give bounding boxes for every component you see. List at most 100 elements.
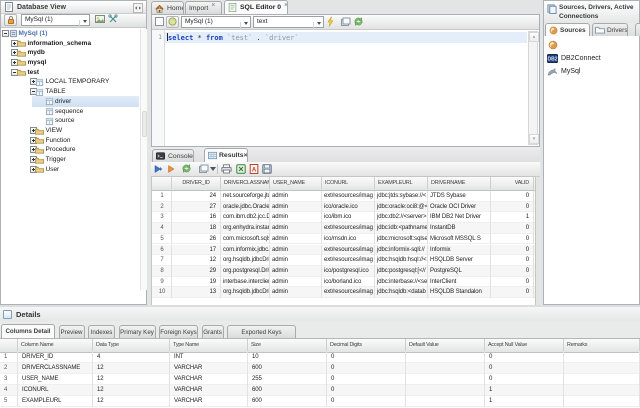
export-results-icon[interactable] bbox=[198, 164, 209, 174]
tree-item-mydb[interactable]: mydb bbox=[1, 48, 146, 58]
table-row[interactable]: 829org.postgresql.Drivadminico/postgresq… bbox=[152, 266, 535, 277]
tree-item-local-temporary[interactable]: LOCAL TEMPORARY bbox=[1, 77, 146, 87]
source-item-db2connect[interactable]: DB2Connect bbox=[547, 53, 601, 63]
column-header[interactable]: Type Name bbox=[170, 339, 248, 351]
table-row[interactable]: 227oracle.jdbc.OracleDadminico/oracle.ic… bbox=[152, 202, 535, 213]
tree-item-driver[interactable]: driver bbox=[1, 97, 146, 107]
editor-connection-combobox[interactable]: MySql (1) bbox=[181, 16, 251, 28]
table-row[interactable]: 1013org.hsqldb.jdbcDrivadminext/resource… bbox=[152, 287, 535, 298]
close-icon[interactable]: × bbox=[284, 2, 288, 9]
table-row[interactable]: 5EXAMPLEURL12VARCHAR60001 bbox=[0, 396, 640, 407]
refresh-results-icon[interactable] bbox=[181, 163, 192, 174]
tab-sql-editor[interactable]: SQL Editor 0 × bbox=[224, 0, 288, 14]
tree-item-mysql-1-[interactable]: MySql (1) bbox=[1, 29, 146, 39]
tree-item-function[interactable]: Function bbox=[1, 136, 146, 146]
table-row[interactable]: 526com.microsoft.sqlseadminico/msdn.icoj… bbox=[152, 234, 535, 245]
details-tab-exported-keys[interactable]: Exported Keys bbox=[227, 325, 296, 338]
tree-item-view[interactable]: VIEW bbox=[1, 126, 146, 136]
table-row[interactable]: 124net.sourceforge.jtdadminext/resources… bbox=[152, 191, 535, 202]
column-header[interactable]: ICONURL bbox=[322, 177, 375, 189]
table-row[interactable]: 418org.enhydra.instantadminext/resources… bbox=[152, 223, 535, 234]
close-icon[interactable]: × bbox=[211, 2, 215, 9]
details-tab-foreign-keys[interactable]: Foreign Keys bbox=[159, 325, 198, 338]
table-row[interactable]: 712org.hsqldb.jdbcDrivadminext/resources… bbox=[152, 255, 535, 266]
details-collapse-icon[interactable] bbox=[3, 310, 12, 319]
print-icon[interactable] bbox=[221, 164, 232, 174]
refresh-icon[interactable] bbox=[353, 16, 364, 27]
tree-scrollbar[interactable] bbox=[140, 29, 147, 290]
table-row[interactable]: 2DRIVERCLASSNAME12VARCHAR60000 bbox=[0, 363, 640, 374]
details-tab-indexes[interactable]: Indexes bbox=[88, 325, 115, 338]
table-row[interactable]: 3USER_NAME12VARCHAR25500 bbox=[0, 374, 640, 385]
column-header[interactable]: EXAMPLEURL bbox=[375, 177, 428, 189]
column-header[interactable]: Remarks bbox=[564, 339, 640, 351]
excel-export-icon[interactable] bbox=[236, 164, 246, 174]
scroll-down-icon[interactable]: ▼ bbox=[529, 134, 539, 144]
column-header[interactable]: Size bbox=[248, 339, 327, 351]
column-header[interactable]: DRIVERCLASSNAM bbox=[221, 177, 270, 189]
tab-partial[interactable] bbox=[635, 23, 640, 36]
tree-item-source[interactable]: source bbox=[1, 116, 146, 126]
tree-expander-minus-icon[interactable] bbox=[2, 30, 9, 37]
details-tab-grants[interactable]: Grants bbox=[202, 325, 224, 338]
table-row[interactable]: 919interbase.interclientadminico/borland… bbox=[152, 277, 535, 288]
table-row[interactable]: 617com.informix.jdbc.Ifadminext/resource… bbox=[152, 245, 535, 256]
tree-item-test[interactable]: test bbox=[1, 68, 146, 78]
run-icon[interactable] bbox=[153, 164, 163, 174]
details-tab-primary-key[interactable]: Primary Key bbox=[119, 325, 156, 338]
connect-button[interactable] bbox=[166, 16, 179, 28]
save-icon[interactable] bbox=[262, 164, 272, 174]
table-cell: 3 bbox=[0, 374, 18, 385]
tree-item-trigger[interactable]: Trigger bbox=[1, 155, 146, 165]
tab-drivers[interactable]: Drivers bbox=[592, 23, 628, 36]
table-row[interactable]: 1DRIVER_ID4INT1000 bbox=[0, 352, 640, 363]
tab-results[interactable]: Results × bbox=[204, 148, 248, 162]
editor-scrollbar[interactable]: ▲ ▼ bbox=[528, 31, 538, 145]
refresh-tree-button[interactable] bbox=[93, 14, 106, 26]
tree-item-sequence[interactable]: sequence bbox=[1, 107, 146, 117]
tree-item-procedure[interactable]: Procedure bbox=[1, 145, 146, 155]
connection-source-icon[interactable] bbox=[548, 40, 558, 50]
source-item-mysql[interactable]: MySql bbox=[547, 66, 580, 76]
tree-item-mysql[interactable]: mysql bbox=[1, 58, 146, 68]
scroll-up-icon[interactable]: ▲ bbox=[529, 32, 539, 42]
column-header[interactable]: Column Name bbox=[18, 339, 93, 351]
tab-console[interactable]: Console bbox=[152, 149, 194, 162]
column-header[interactable]: Decimal Digits bbox=[327, 339, 406, 351]
server-icon bbox=[9, 29, 18, 38]
collapse-panel-icon[interactable] bbox=[133, 3, 143, 13]
chevron-down-icon[interactable] bbox=[210, 167, 216, 171]
details-tab-preview[interactable]: Preview bbox=[59, 325, 85, 338]
sql-editor-area[interactable]: 1 select * from `test` . `driver` ▲ ▼ bbox=[152, 30, 539, 146]
tree-item-user[interactable]: User bbox=[1, 165, 146, 175]
tab-import[interactable]: Import × bbox=[185, 1, 222, 14]
column-header[interactable]: Accept Null Value bbox=[485, 339, 564, 351]
autocommit-checkbox[interactable] bbox=[155, 17, 164, 26]
details-tab-columns-detail[interactable]: Columns Detail bbox=[1, 324, 55, 338]
close-icon[interactable]: × bbox=[244, 152, 248, 159]
lock-button[interactable] bbox=[4, 14, 17, 26]
column-header[interactable] bbox=[152, 177, 172, 189]
tab-sources-label: Sources bbox=[560, 27, 586, 34]
table-row[interactable]: 4ICONURL12VARCHAR60001 bbox=[0, 385, 640, 396]
tab-sources[interactable]: Sources bbox=[545, 23, 590, 36]
table-row[interactable]: 316com.ibm.db2.jcc.DBadminico/ibm.icojdb… bbox=[152, 212, 535, 223]
tree-scrollbar-thumb[interactable] bbox=[142, 111, 147, 137]
pdf-export-icon[interactable] bbox=[249, 164, 259, 174]
column-header[interactable]: VALID bbox=[491, 177, 534, 189]
sql-text: select * from `test` . `driver` bbox=[167, 33, 299, 42]
column-header[interactable]: DRIVER_ID bbox=[172, 177, 221, 189]
editor-mode-combobox[interactable]: text bbox=[253, 16, 324, 28]
column-header[interactable] bbox=[0, 339, 18, 351]
export-icon[interactable] bbox=[340, 17, 351, 27]
column-header[interactable]: USER_NAME bbox=[270, 177, 322, 189]
tree-item-information-schema[interactable]: information_schema bbox=[1, 39, 146, 49]
edit-connection-button[interactable] bbox=[106, 14, 119, 26]
column-header[interactable]: Data Type bbox=[93, 339, 170, 351]
connection-combobox[interactable]: MySql (1) bbox=[21, 14, 90, 26]
run-selected-icon[interactable] bbox=[166, 164, 176, 174]
column-header[interactable]: Default Value bbox=[406, 339, 485, 351]
tab-home[interactable]: Home bbox=[151, 1, 184, 14]
execute-icon[interactable] bbox=[326, 16, 335, 27]
column-header[interactable]: DRIVERNAME bbox=[428, 177, 491, 189]
